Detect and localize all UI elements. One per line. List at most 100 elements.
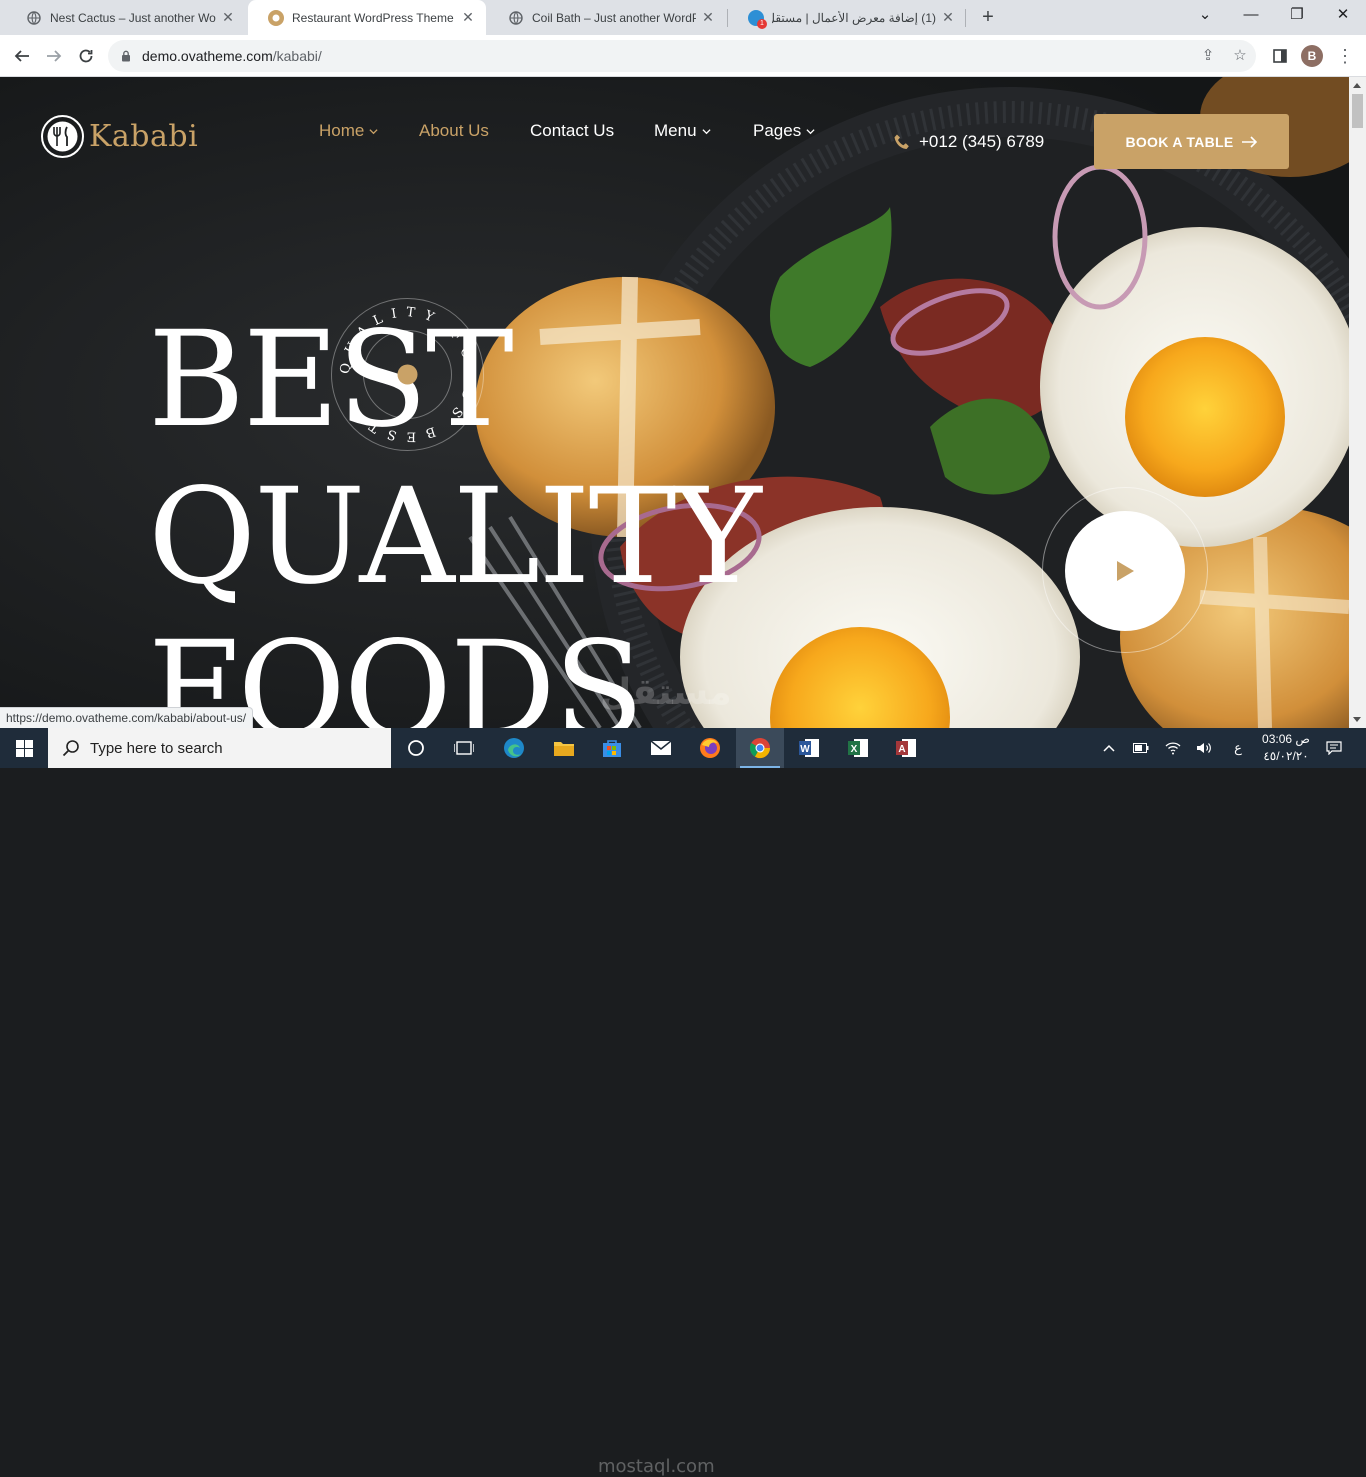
battery-icon[interactable] [1130, 728, 1152, 768]
header-phone[interactable]: +012 (345) 6789 [893, 132, 1044, 152]
back-icon[interactable] [7, 41, 37, 71]
taskbar-search-placeholder: Type here to search [90, 739, 223, 757]
site-logo[interactable]: Kababi [40, 114, 198, 159]
address-bar[interactable]: demo.ovatheme.com/kababi/ ⇪ ☆ [108, 40, 1256, 72]
mostaql-icon: 1 [748, 9, 767, 29]
book-a-table-label: BOOK A TABLE [1125, 133, 1234, 150]
browser-tab-strip: Nest Cactus – Just another WordPress sit… [0, 0, 1366, 35]
share-icon[interactable]: ⇪ [1198, 46, 1218, 66]
nav-about-label: About Us [419, 121, 489, 140]
excel-icon[interactable]: X [834, 728, 882, 768]
store-icon[interactable] [588, 728, 636, 768]
tab-separator [965, 9, 966, 27]
url-host: demo.ovatheme.com [142, 48, 273, 64]
tab-title: Restaurant WordPress Theme – Kababi [292, 10, 456, 25]
access-icon[interactable]: A [882, 728, 930, 768]
scroll-down-icon[interactable] [1353, 717, 1361, 722]
nav-home[interactable]: Home [319, 121, 378, 141]
rotating-quality-badge: QUALITY FOODS BEST [331, 298, 484, 451]
windows-logo-icon [15, 739, 33, 757]
firefox-icon[interactable] [686, 728, 734, 768]
start-button[interactable] [0, 728, 48, 768]
close-tab-icon[interactable]: ✕ [940, 9, 956, 26]
chrome-icon[interactable] [736, 728, 784, 768]
profile-avatar[interactable]: B [1301, 45, 1323, 67]
forward-icon[interactable] [39, 41, 69, 71]
taskbar-clock[interactable]: 03:06 ص ٤٥/٠٢/٢٠ [1256, 731, 1316, 765]
watermark-logo: مستقل [600, 672, 732, 713]
search-icon [62, 740, 79, 757]
kababi-icon [268, 9, 284, 26]
play-icon [1117, 561, 1134, 581]
chevron-down-icon [806, 128, 815, 134]
mail-icon[interactable] [637, 728, 685, 768]
page-viewport: Kababi Home About Us Contact Us Menu Pag… [0, 77, 1349, 728]
scroll-up-icon[interactable] [1353, 83, 1361, 88]
nav-menu-label: Menu [654, 121, 697, 140]
phone-icon [894, 134, 909, 149]
page-scrollbar[interactable] [1349, 77, 1366, 728]
scrollbar-thumb[interactable] [1352, 94, 1363, 128]
windows-taskbar: Type here to search W X A ع 03:06 ص ٤٥/٠… [0, 728, 1366, 1477]
edge-icon[interactable] [490, 728, 538, 768]
nav-about[interactable]: About Us [419, 121, 489, 141]
side-panel-icon[interactable] [1265, 41, 1295, 71]
close-tab-icon[interactable]: ✕ [220, 9, 236, 26]
input-language[interactable]: ع [1227, 728, 1249, 768]
word-icon[interactable]: W [785, 728, 833, 768]
nav-pages-label: Pages [753, 121, 802, 140]
phone-number: +012 (345) 6789 [919, 132, 1045, 151]
tab-search-icon[interactable]: ⌄ [1182, 0, 1228, 32]
svg-text:A: A [898, 744, 905, 755]
arrow-right-icon [1241, 135, 1257, 148]
file-explorer-icon[interactable] [540, 728, 588, 768]
cortana-icon[interactable] [392, 728, 440, 768]
globe-icon [26, 10, 42, 26]
browser-menu-icon[interactable]: ⋮ [1330, 41, 1360, 71]
book-a-table-button[interactable]: BOOK A TABLE [1094, 114, 1289, 169]
tab-title: Nest Cactus – Just another WordPress sit… [50, 10, 216, 25]
clock-time: 03:06 ص [1262, 732, 1310, 746]
chevron-down-icon [369, 128, 378, 134]
clock-date: ٤٥/٠٢/٢٠ [1263, 749, 1309, 763]
tab-title: (1) إضافة معرض الأعمال | مستقل [772, 10, 936, 25]
volume-icon[interactable] [1193, 728, 1215, 768]
nav-menu[interactable]: Menu [654, 121, 711, 141]
lock-icon [122, 50, 130, 62]
status-bar-url: https://demo.ovatheme.com/kababi/about-u… [0, 707, 254, 729]
play-video-button[interactable] [1065, 511, 1185, 631]
restore-icon[interactable]: ❐ [1274, 0, 1320, 32]
new-tab-button[interactable]: + [978, 5, 998, 29]
notification-badge: 1 [757, 18, 767, 29]
nav-pages[interactable]: Pages [753, 121, 815, 141]
notifications-icon[interactable] [1320, 728, 1348, 768]
browser-tab-nest-cactus[interactable]: Nest Cactus – Just another WordPress sit… [6, 0, 246, 35]
nav-home-label: Home [319, 121, 365, 140]
hero-title-line-2: QUALITY [148, 460, 762, 614]
close-window-icon[interactable]: ✕ [1320, 0, 1366, 32]
browser-toolbar: demo.ovatheme.com/kababi/ ⇪ ☆ B ⋮ [0, 35, 1366, 77]
url-path: /kababi/ [272, 48, 322, 64]
svg-text:W: W [800, 744, 810, 755]
minimize-icon[interactable]: — [1228, 0, 1274, 32]
globe-icon [508, 10, 524, 26]
bookmark-star-icon[interactable]: ☆ [1230, 46, 1250, 66]
close-tab-icon[interactable]: ✕ [460, 9, 476, 26]
logo-cloche-icon [41, 115, 84, 158]
svg-text:X: X [851, 744, 858, 755]
reload-icon[interactable] [71, 41, 101, 71]
browser-tab-mostaql[interactable]: 1 (1) إضافة معرض الأعمال | مستقل ✕ [728, 0, 966, 35]
tab-title: Coil Bath – Just another WordPress site [532, 10, 696, 25]
chevron-down-icon [701, 128, 711, 134]
browser-tab-kababi[interactable]: Restaurant WordPress Theme – Kababi ✕ [248, 0, 486, 35]
logo-text: Kababi [89, 119, 199, 154]
tray-chevron-up-icon[interactable] [1098, 728, 1120, 768]
watermark-url: mostaql.com [598, 1456, 715, 1477]
taskbar-search[interactable]: Type here to search [48, 728, 391, 768]
task-view-icon[interactable] [440, 728, 488, 768]
close-tab-icon[interactable]: ✕ [700, 9, 716, 26]
nav-contact-label: Contact Us [530, 121, 615, 140]
nav-contact[interactable]: Contact Us [530, 121, 614, 141]
browser-tab-coil-bath[interactable]: Coil Bath – Just another WordPress site … [488, 0, 726, 35]
wifi-icon[interactable] [1162, 728, 1184, 768]
